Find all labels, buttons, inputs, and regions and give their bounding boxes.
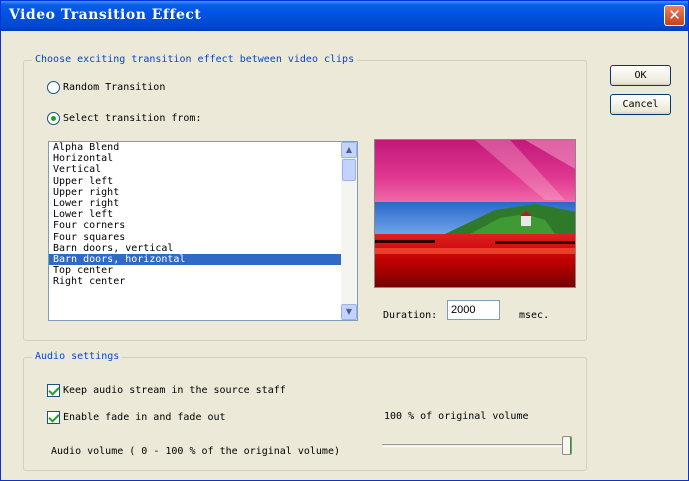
volume-label: Audio volume ( 0 - 100 % of the original… xyxy=(51,446,340,457)
scroll-thumb[interactable] xyxy=(342,159,356,181)
volume-slider-track xyxy=(382,444,570,447)
dialog-window: Video Transition Effect ✕ Choose excitin… xyxy=(0,0,689,481)
keep-audio-label: Keep audio stream in the source staff xyxy=(63,385,286,396)
ok-button[interactable]: OK xyxy=(610,65,671,86)
random-transition-label: Random Transition xyxy=(63,82,166,93)
duration-unit-label: msec. xyxy=(519,310,550,321)
transition-group-legend: Choose exciting transition effect betwee… xyxy=(32,54,358,65)
transition-list-item[interactable]: Barn doors, vertical xyxy=(49,243,342,254)
audio-group-legend: Audio settings xyxy=(32,351,123,362)
fade-option[interactable]: Enable fade in and fade out xyxy=(47,411,226,424)
transition-list-item[interactable]: Alpha Blend xyxy=(49,142,342,153)
transition-list-items: Alpha Blend Horizontal Vertical Upper left U… xyxy=(49,142,342,287)
window-title: Video Transition Effect xyxy=(9,7,202,23)
random-transition-option[interactable]: Random Transition xyxy=(47,81,165,94)
transition-list-scrollbar[interactable]: ▲ ▼ xyxy=(341,142,357,320)
transition-preview-image xyxy=(374,139,576,288)
select-transition-label: Select transition from: xyxy=(63,113,202,124)
close-icon[interactable]: ✕ xyxy=(664,5,685,26)
transition-list-item[interactable]: Upper right xyxy=(49,187,342,198)
transition-list-item[interactable]: Four corners xyxy=(49,220,342,231)
volume-slider-thumb[interactable] xyxy=(562,436,572,455)
select-transition-radio[interactable] xyxy=(47,112,60,125)
transition-list-item[interactable]: Upper left xyxy=(49,176,342,187)
transition-list-item[interactable]: Horizontal xyxy=(49,153,342,164)
cancel-button[interactable]: Cancel xyxy=(610,94,671,115)
chevron-down-icon[interactable]: ▼ xyxy=(341,304,357,320)
transition-list-item[interactable]: Four squares xyxy=(49,232,342,243)
volume-caption: 100 % of original volume xyxy=(384,411,529,422)
keep-audio-option[interactable]: Keep audio stream in the source staff xyxy=(47,384,286,397)
fade-checkbox[interactable] xyxy=(47,411,60,424)
select-transition-option[interactable]: Select transition from: xyxy=(47,112,201,125)
title-bar[interactable]: Video Transition Effect ✕ xyxy=(1,1,688,31)
random-transition-radio[interactable] xyxy=(47,81,60,94)
transition-list-item[interactable]: Lower right xyxy=(49,198,342,209)
transition-list-item[interactable]: Lower left xyxy=(49,209,342,220)
transition-list-item[interactable]: Barn doors, horizontal xyxy=(49,253,342,266)
keep-audio-checkbox[interactable] xyxy=(47,384,60,397)
transition-list-item[interactable]: Vertical xyxy=(49,164,342,175)
transition-list[interactable]: Alpha Blend Horizontal Vertical Upper left U… xyxy=(48,141,358,321)
transition-list-item[interactable]: Right center xyxy=(49,276,342,287)
transition-list-item[interactable]: Top center xyxy=(49,265,342,276)
volume-slider[interactable] xyxy=(374,434,580,456)
fade-label: Enable fade in and fade out xyxy=(63,412,226,423)
chevron-up-icon[interactable]: ▲ xyxy=(341,142,357,158)
duration-input[interactable]: 2000 xyxy=(447,300,500,320)
duration-label: Duration: xyxy=(383,310,438,321)
